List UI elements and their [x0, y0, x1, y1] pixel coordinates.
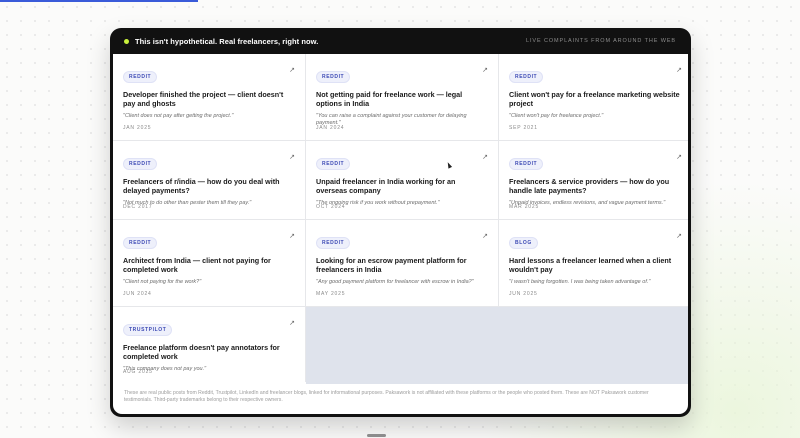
post-card[interactable]: REDDIT ↗ Freelancers of r/india — how do…: [113, 141, 305, 219]
source-badge: BLOG: [509, 237, 538, 249]
post-card[interactable]: REDDIT ↗ Not getting paid for freelance …: [306, 54, 498, 140]
post-card[interactable]: REDDIT ↗ Architect from India — client n…: [113, 220, 305, 306]
post-title[interactable]: Freelance platform doesn't pay annotator…: [123, 343, 295, 362]
arrow-up-right-icon[interactable]: ↗: [289, 66, 295, 74]
arrow-up-right-icon[interactable]: ↗: [482, 153, 488, 161]
post-date: AUG 2025: [123, 369, 153, 375]
post-card[interactable]: REDDIT ↗ Client won't pay for a freelanc…: [499, 54, 688, 140]
post-date: MAR 2025: [509, 204, 540, 210]
source-badge: REDDIT: [509, 158, 544, 170]
arrow-up-right-icon[interactable]: ↗: [676, 232, 682, 240]
complaints-card: This isn't hypothetical. Real freelancer…: [110, 28, 691, 417]
source-badge: REDDIT: [316, 237, 351, 249]
post-card[interactable]: REDDIT ↗ Looking for an escrow payment p…: [306, 220, 498, 306]
arrow-up-right-icon[interactable]: ↗: [289, 319, 295, 327]
post-card[interactable]: TRUSTPILOT ↗ Freelance platform doesn't …: [113, 307, 305, 384]
card-body: REDDIT ↗ Developer finished the project …: [113, 54, 688, 414]
post-title[interactable]: Freelancers of r/india — how do you deal…: [123, 177, 295, 196]
source-badge: REDDIT: [316, 158, 351, 170]
card-subtitle: LIVE COMPLAINTS FROM AROUND THE WEB: [526, 38, 676, 44]
arrow-up-right-icon[interactable]: ↗: [676, 66, 682, 74]
arrow-up-right-icon[interactable]: ↗: [289, 153, 295, 161]
empty-grid-area: [306, 307, 688, 384]
post-title[interactable]: Freelancers & service providers — how do…: [509, 177, 682, 196]
source-badge: REDDIT: [123, 71, 158, 83]
post-title[interactable]: Developer finished the project — client …: [123, 90, 295, 109]
post-date: JAN 2025: [123, 125, 152, 131]
post-date: DEC 2017: [123, 204, 153, 210]
post-date: OCT 2024: [316, 204, 346, 210]
post-title[interactable]: Architect from India — client not paying…: [123, 256, 295, 275]
post-card[interactable]: REDDIT ↗ Unpaid freelancer in India work…: [306, 141, 498, 219]
disclaimer-footer: These are real public posts from Reddit,…: [113, 381, 688, 414]
post-card[interactable]: BLOG ↗ Hard lessons a freelancer learned…: [499, 220, 688, 306]
source-badge: REDDIT: [509, 71, 544, 83]
post-quote: "I wasn't being forgotten. I was being t…: [509, 278, 651, 285]
source-badge: TRUSTPILOT: [123, 324, 173, 336]
post-quote: "Client won't pay for freelance project.…: [509, 112, 604, 119]
card-title-group: This isn't hypothetical. Real freelancer…: [124, 37, 318, 46]
source-badge: REDDIT: [123, 237, 158, 249]
post-date: JUN 2024: [123, 291, 152, 297]
arrow-up-right-icon[interactable]: ↗: [482, 66, 488, 74]
top-link-underline[interactable]: [0, 0, 198, 2]
post-quote: "Any good payment platform for freelance…: [316, 278, 474, 285]
post-date: JUN 2025: [509, 291, 538, 297]
source-badge: REDDIT: [123, 158, 158, 170]
post-title[interactable]: Looking for an escrow payment platform f…: [316, 256, 488, 275]
arrow-up-right-icon[interactable]: ↗: [289, 232, 295, 240]
post-title[interactable]: Unpaid freelancer in India working for a…: [316, 177, 488, 196]
home-indicator[interactable]: [367, 434, 386, 437]
post-quote: "Client not paying for the work?": [123, 278, 202, 285]
live-dot-icon: [124, 38, 129, 44]
post-title[interactable]: Client won't pay for a freelance marketi…: [509, 90, 682, 109]
post-date: JAN 2024: [316, 125, 345, 131]
source-badge: REDDIT: [316, 71, 351, 83]
post-date: MAY 2025: [316, 291, 346, 297]
arrow-up-right-icon[interactable]: ↗: [676, 153, 682, 161]
arrow-up-right-icon[interactable]: ↗: [482, 232, 488, 240]
post-title[interactable]: Hard lessons a freelancer learned when a…: [509, 256, 682, 275]
post-card[interactable]: REDDIT ↗ Freelancers & service providers…: [499, 141, 688, 219]
post-date: SEP 2021: [509, 125, 538, 131]
card-header: This isn't hypothetical. Real freelancer…: [113, 28, 688, 54]
post-quote: "Client does not pay after getting the p…: [123, 112, 234, 119]
card-title: This isn't hypothetical. Real freelancer…: [135, 36, 319, 46]
posts-grid: REDDIT ↗ Developer finished the project …: [113, 54, 688, 384]
post-title[interactable]: Not getting paid for freelance work — le…: [316, 90, 488, 109]
post-card[interactable]: REDDIT ↗ Developer finished the project …: [113, 54, 305, 140]
